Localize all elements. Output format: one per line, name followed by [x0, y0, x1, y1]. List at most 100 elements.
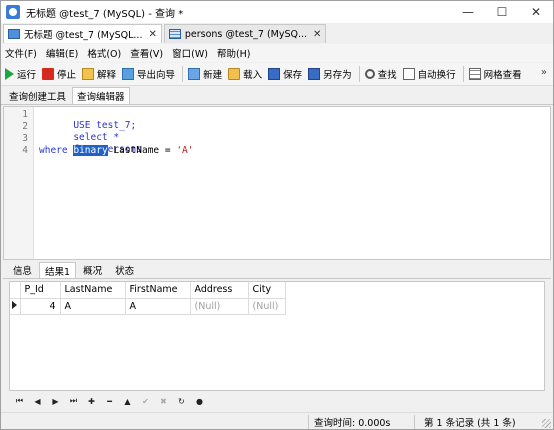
result-grid[interactable]: P_Id LastName FirstName Address City 4 A…	[9, 281, 545, 391]
column-header-lastname[interactable]: LastName	[60, 282, 126, 299]
stop-label: 停止	[57, 70, 77, 81]
doc-tab-label: persons @test_7 (MySQ...	[184, 28, 308, 40]
tab-status[interactable]: 状态	[109, 262, 140, 278]
window-title: 无标题 @test_7 (MySQL) - 查询 *	[26, 8, 184, 20]
tab-query-builder[interactable]: 查询创建工具	[4, 87, 71, 104]
line-number: 1	[22, 109, 28, 120]
export-wizard-button[interactable]: 导出向导	[122, 67, 175, 81]
editor-mode-tabs: 查询创建工具 查询编辑器	[1, 87, 553, 105]
toolbar: 运行 停止 解释 导出向导 新建 载入 保存 另存为 查找 自动换行 网格查看 …	[1, 63, 553, 86]
load-label: 载入	[243, 70, 263, 81]
code-line: where binary LastName = 'A'	[39, 145, 193, 156]
cell[interactable]: (Null)	[190, 298, 249, 315]
menu-help[interactable]: 帮助(H)	[217, 46, 251, 60]
apply-changes-icon[interactable]: ✔	[139, 395, 152, 407]
code-token: where	[39, 145, 68, 156]
menu-file[interactable]: 文件(F)	[5, 46, 37, 60]
save-as-icon	[308, 68, 321, 80]
navicat-app-icon	[6, 5, 20, 19]
resize-grip-icon[interactable]	[542, 419, 551, 428]
previous-record-icon[interactable]: ◀	[31, 395, 44, 407]
explain-button[interactable]: 解释	[82, 67, 116, 81]
tab-profile[interactable]: 概况	[77, 262, 108, 278]
close-tab-icon[interactable]: ✕	[313, 29, 321, 40]
next-record-icon[interactable]: ▶	[49, 395, 62, 407]
cell[interactable]: A	[60, 298, 126, 315]
find-button[interactable]: 查找	[364, 67, 397, 81]
cell[interactable]: (Null)	[248, 298, 286, 315]
column-header-address[interactable]: Address	[190, 282, 249, 299]
result-table: P_Id LastName FirstName Address City 4 A…	[10, 282, 286, 315]
cell[interactable]: 4	[20, 298, 61, 315]
table-row[interactable]: 4 A A (Null) (Null)	[10, 298, 286, 315]
new-label: 新建	[203, 70, 223, 81]
menu-edit[interactable]: 编辑(E)	[46, 46, 78, 60]
cell[interactable]: A	[125, 298, 191, 315]
tab-query-editor[interactable]: 查询编辑器	[72, 87, 130, 104]
row-indicator-header	[10, 282, 21, 299]
move-up-icon[interactable]: ▲	[121, 395, 134, 407]
explain-icon	[82, 68, 95, 80]
column-header-city[interactable]: City	[248, 282, 286, 299]
delete-record-icon[interactable]: ━	[103, 395, 116, 407]
new-button[interactable]: 新建	[188, 67, 222, 81]
find-label: 查找	[377, 70, 397, 81]
refresh-icon[interactable]: ↻	[175, 395, 188, 407]
menu-bar: 文件(F) 编辑(E) 格式(O) 查看(V) 窗口(W) 帮助(H)	[1, 44, 553, 62]
line-number-gutter: 1 2 3 4	[4, 107, 34, 259]
tab-messages[interactable]: 信息	[7, 262, 38, 278]
document-tabs: 无标题 @test_7 (MySQL... ✕ persons @test_7 …	[1, 23, 553, 43]
export-icon	[122, 68, 135, 80]
search-icon	[364, 69, 375, 79]
query-window: 无标题 @test_7 (MySQL) - 查询 * — ☐ ✕ 无标题 @te…	[0, 0, 554, 430]
save-label: 保存	[283, 70, 303, 81]
row-pointer-icon	[12, 300, 17, 309]
toolbar-divider	[462, 66, 464, 82]
stop-icon	[42, 68, 55, 80]
load-button[interactable]: 载入	[228, 67, 262, 81]
table-icon	[168, 29, 181, 39]
stop-refresh-icon[interactable]: ●	[193, 395, 206, 407]
doc-tab-query[interactable]: 无标题 @test_7 (MySQL... ✕	[3, 24, 162, 43]
record-count: 第 1 条记录 (共 1 条)	[424, 417, 516, 429]
line-number: 4	[22, 145, 28, 156]
menu-format[interactable]: 格式(O)	[87, 46, 121, 60]
close-tab-icon[interactable]: ✕	[148, 29, 156, 40]
save-as-button[interactable]: 另存为	[308, 67, 352, 81]
stop-button[interactable]: 停止	[42, 67, 76, 81]
doc-tab-persons[interactable]: persons @test_7 (MySQ... ✕	[163, 24, 327, 43]
sql-editor[interactable]: 1 2 3 4 USE test_7; select * from person…	[3, 106, 551, 260]
toolbar-overflow-icon[interactable]: »	[541, 67, 547, 78]
first-record-icon[interactable]: ⏮	[13, 395, 26, 407]
selected-text: binary	[73, 145, 108, 156]
query-time: 查询时间: 0.000s	[314, 417, 391, 429]
title-bar: 无标题 @test_7 (MySQL) - 查询 * — ☐ ✕	[1, 1, 553, 23]
add-record-icon[interactable]: ✚	[85, 395, 98, 407]
explain-label: 解释	[97, 70, 117, 81]
tab-result1[interactable]: 结果1	[39, 262, 77, 278]
word-wrap-label: 自动换行	[417, 70, 456, 81]
discard-changes-icon[interactable]: ✖	[157, 395, 170, 407]
grid-icon	[468, 68, 481, 80]
toolbar-divider	[358, 66, 360, 82]
last-record-icon[interactable]: ⏭	[67, 395, 80, 407]
code-token: 'A'	[176, 145, 194, 156]
save-icon	[268, 68, 281, 80]
toolbar-divider	[182, 66, 184, 82]
save-button[interactable]: 保存	[268, 67, 302, 81]
minimize-button[interactable]: —	[451, 1, 485, 23]
header-row: P_Id LastName FirstName Address City	[10, 282, 286, 299]
export-wizard-label: 导出向导	[137, 70, 176, 81]
run-button[interactable]: 运行	[5, 67, 36, 81]
line-number: 3	[22, 133, 28, 144]
grid-view-button[interactable]: 网格查看	[468, 67, 522, 81]
column-header-p-id[interactable]: P_Id	[20, 282, 61, 299]
word-wrap-button[interactable]: 自动换行	[402, 67, 456, 81]
close-window-button[interactable]: ✕	[519, 1, 553, 23]
column-header-firstname[interactable]: FirstName	[125, 282, 191, 299]
menu-window[interactable]: 窗口(W)	[172, 46, 208, 60]
maximize-button[interactable]: ☐	[485, 1, 519, 23]
line-number: 2	[22, 121, 28, 132]
menu-view[interactable]: 查看(V)	[130, 46, 163, 60]
save-as-label: 另存为	[323, 70, 352, 81]
